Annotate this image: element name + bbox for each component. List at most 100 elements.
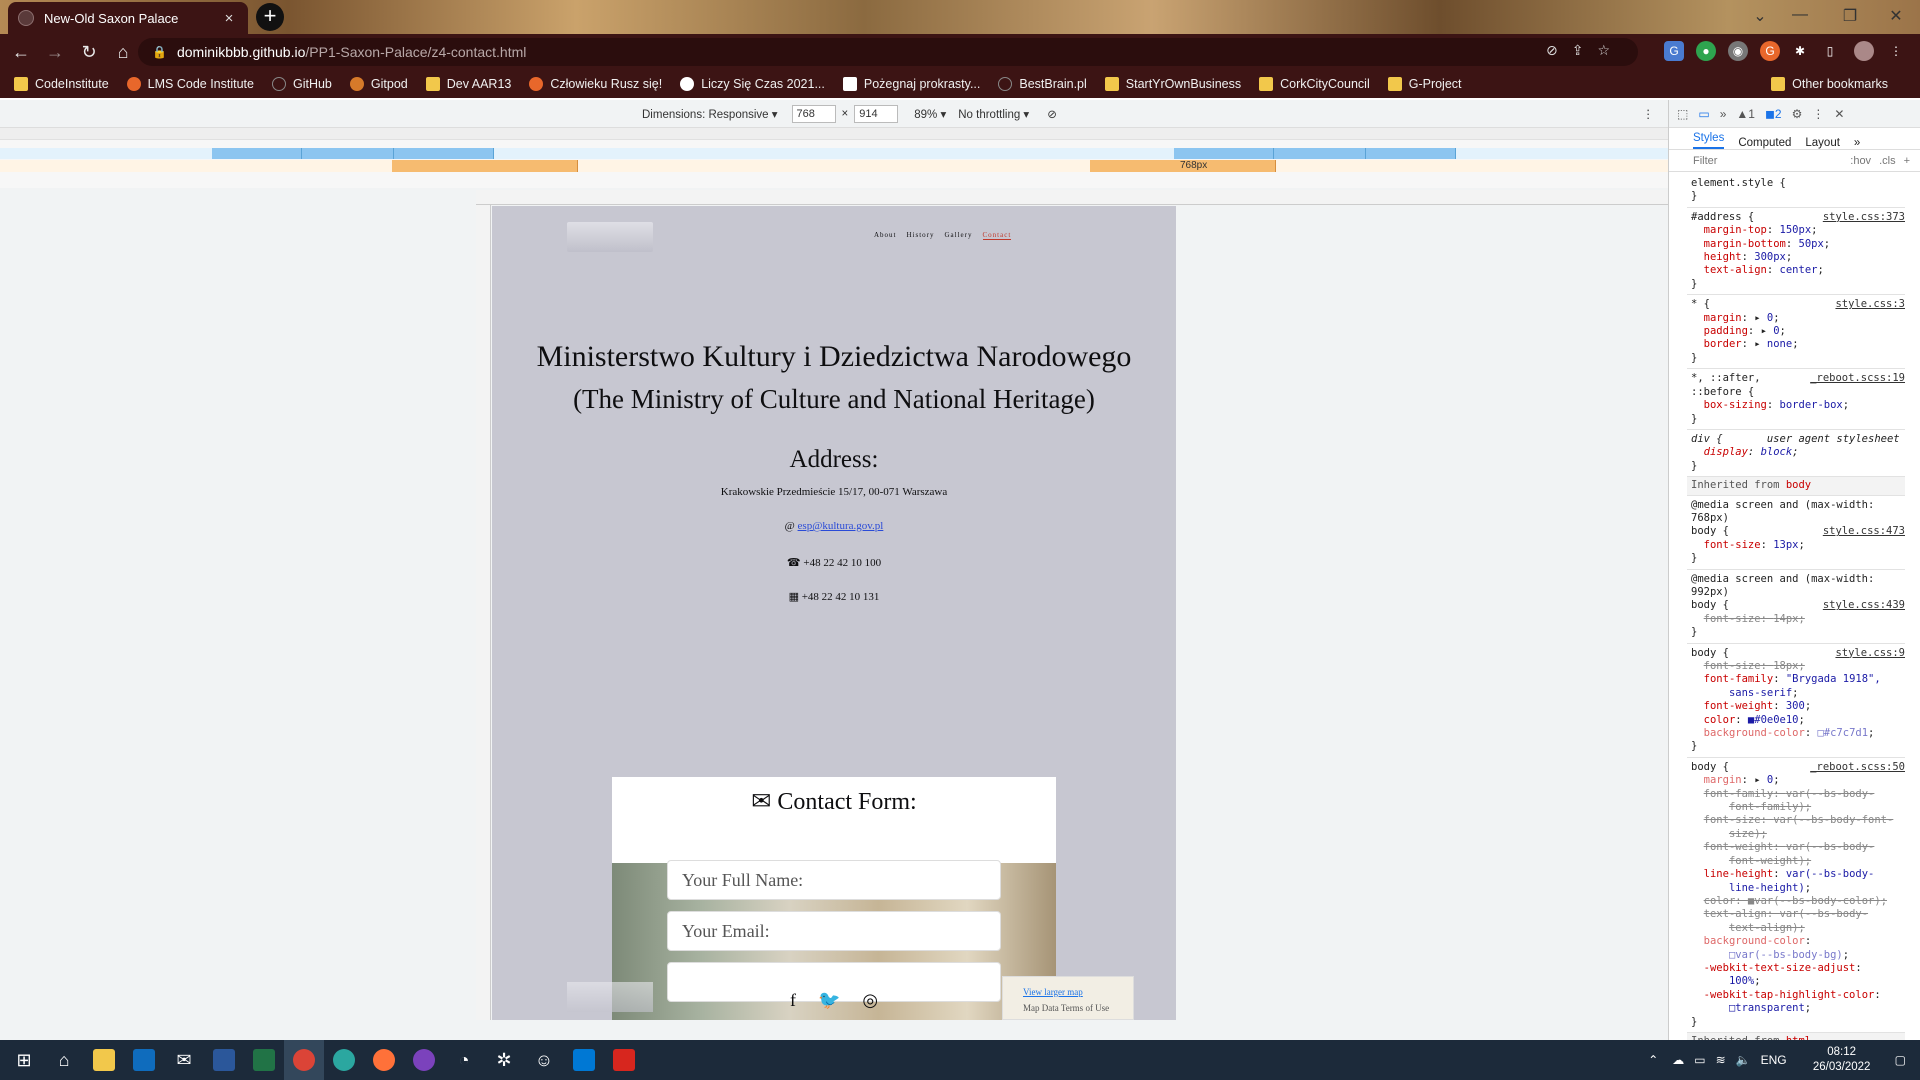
dimensions-dropdown[interactable]: Dimensions: Responsive ▾ [642, 107, 778, 121]
rule-body-style[interactable]: style.css:9 body { font-size: 18px; font-… [1687, 644, 1905, 758]
email-link[interactable]: esp@kultura.gov.pl [798, 520, 884, 532]
bookmark-github[interactable]: GitHub [271, 77, 332, 91]
bookmark-gitpod[interactable]: Gitpod [349, 77, 408, 91]
bookmark-bestbrain[interactable]: BestBrain.pl [998, 77, 1087, 91]
firefox-icon[interactable] [364, 1040, 404, 1080]
onedrive-icon[interactable]: ☁ [1672, 1053, 1684, 1067]
bookmark-lms[interactable]: LMS Code Institute [126, 77, 254, 91]
rule-media-992[interactable]: @media screen and (max-width: 992px) sty… [1687, 570, 1905, 644]
extensions-puzzle-icon[interactable]: ✱ [1790, 41, 1810, 61]
wifi-icon[interactable]: ≋ [1716, 1053, 1726, 1067]
tab-layout[interactable]: Layout [1805, 137, 1840, 149]
edge-icon[interactable] [324, 1040, 364, 1080]
throttling-dropdown[interactable]: No throttling ▾ [958, 107, 1029, 121]
more-panes-icon[interactable]: » [1854, 137, 1860, 149]
inherited-from-body[interactable]: Inherited from body [1687, 477, 1905, 496]
tab-search-icon[interactable]: ⌄ [1740, 6, 1780, 26]
back-icon[interactable]: ← [4, 42, 38, 63]
translate-extension-icon[interactable]: G [1664, 41, 1684, 61]
google-map-embed[interactable]: View larger map Map Data Terms of Use [1002, 976, 1134, 1020]
forward-icon[interactable]: → [38, 42, 72, 63]
file-explorer-icon[interactable] [84, 1040, 124, 1080]
nav-contact[interactable]: Contact [982, 231, 1012, 240]
issues-badge[interactable]: ◼2 [1765, 107, 1782, 121]
bookmark-startyrownbusiness[interactable]: StartYrOwnBusiness [1104, 77, 1241, 91]
browser-menu-icon[interactable]: ⋮ [1886, 41, 1906, 61]
acrobat-icon[interactable] [604, 1040, 644, 1080]
devtools-close-icon[interactable]: ✕ [1834, 107, 1844, 121]
media-query-768px[interactable]: 768px [1090, 160, 1276, 172]
zoom-dropdown[interactable]: 89% ▾ [914, 107, 946, 121]
bookmark-liczy-sie-czas[interactable]: Liczy Się Czas 2021... [680, 77, 825, 91]
side-panel-icon[interactable]: ▯ [1820, 41, 1840, 61]
close-window-icon[interactable]: ✕ [1876, 6, 1916, 26]
word-icon[interactable] [204, 1040, 244, 1080]
extension-icon[interactable]: ◉ [1728, 41, 1748, 61]
more-tabs-icon[interactable]: » [1720, 107, 1727, 121]
inspect-icon[interactable]: ⬚ [1677, 107, 1688, 121]
windows-start-icon[interactable]: ⊞ [4, 1040, 44, 1080]
rule-box-sizing[interactable]: _reboot.scss:19 *, ::after, ::before { bo… [1687, 369, 1905, 430]
notifications-icon[interactable]: ▢ [1895, 1053, 1906, 1067]
full-name-input[interactable]: Your Full Name: [667, 860, 1001, 900]
excel-icon[interactable] [244, 1040, 284, 1080]
volume-icon[interactable]: 🔈 [1736, 1053, 1751, 1067]
bookmark-corkcitycouncil[interactable]: CorkCityCouncil [1259, 77, 1370, 91]
bookmark-czlowieku[interactable]: Człowieku Rusz się! [529, 77, 662, 91]
height-input[interactable]: 914 [854, 104, 899, 123]
device-more-icon[interactable]: ⋮ [1643, 107, 1655, 121]
emoji-app-icon[interactable]: ☺ [524, 1040, 564, 1080]
nav-gallery[interactable]: Gallery [945, 231, 973, 240]
nav-about[interactable]: About [874, 231, 897, 240]
cls-toggle[interactable]: .cls [1879, 155, 1896, 167]
address-bar-actions[interactable]: ⊘⇪☆ [1546, 42, 1624, 59]
warnings-badge[interactable]: ▲1 [1736, 107, 1755, 121]
green-extension-icon[interactable]: ● [1696, 41, 1716, 61]
new-rule-icon[interactable]: + [1904, 155, 1910, 167]
rule-address[interactable]: style.css:373 #address { margin-top: 150p… [1687, 208, 1905, 296]
device-toggle-icon[interactable]: ▭ [1698, 107, 1709, 121]
rule-universal[interactable]: style.css:3 * { margin: ▸ 0; padding: ▸ 0… [1687, 295, 1905, 370]
bookmark-g-project[interactable]: G-Project [1387, 77, 1462, 91]
clock[interactable]: 08:12 26/03/2022 [1797, 1045, 1887, 1075]
vscode-icon[interactable] [564, 1040, 604, 1080]
chrome-icon[interactable] [284, 1040, 324, 1080]
other-bookmarks[interactable]: Other bookmarks [1771, 70, 1888, 98]
lock-icon[interactable]: 🔒 [152, 45, 167, 59]
language-indicator[interactable]: ENG [1761, 1053, 1787, 1067]
tray-chevron-icon[interactable]: ⌃ [1648, 1053, 1658, 1067]
nav-history[interactable]: History [907, 231, 935, 240]
styles-filter-input[interactable]: Filter [1693, 155, 1850, 167]
facebook-icon[interactable]: f [790, 990, 796, 1011]
restore-icon[interactable]: ❐ [1830, 6, 1870, 26]
grammarly-extension-icon[interactable]: G [1760, 41, 1780, 61]
bookmark-codeinstitute[interactable]: CodeInstitute [14, 77, 109, 91]
rotate-icon[interactable]: ⊘ [1047, 107, 1057, 121]
mail-icon[interactable]: ✉ [164, 1040, 204, 1080]
view-larger-map-link[interactable]: View larger map [1003, 977, 1133, 997]
bookmark-dev-aar13[interactable]: Dev AAR13 [425, 77, 511, 91]
new-tab-button[interactable]: + [256, 3, 284, 31]
speedtest-icon[interactable]: ◔ [444, 1040, 484, 1080]
width-input[interactable]: 768 [791, 104, 836, 123]
profile-avatar[interactable] [1854, 41, 1874, 61]
tab-computed[interactable]: Computed [1738, 137, 1791, 149]
bookmark-pozegnaj[interactable]: Pożegnaj prokrasty... [842, 77, 980, 91]
twitter-icon[interactable]: 🐦 [818, 990, 840, 1011]
home-icon[interactable]: ⌂ [44, 1040, 84, 1080]
hov-toggle[interactable]: :hov [1850, 155, 1871, 167]
settings-gear-icon[interactable]: ⚙ [1792, 107, 1803, 121]
tab-close-icon[interactable]: × [220, 10, 238, 27]
instagram-icon[interactable]: ◎ [862, 990, 878, 1011]
rule-body-reboot[interactable]: _reboot.scss:50 body { margin: ▸ 0; font-… [1687, 758, 1905, 1033]
address-bar[interactable]: 🔒 dominikbbb.github.io/PP1-Saxon-Palace/… [138, 38, 1638, 66]
browser-tab[interactable]: New-Old Saxon Palace × [8, 2, 248, 34]
outlook-icon[interactable] [124, 1040, 164, 1080]
slack-icon[interactable]: ✲ [484, 1040, 524, 1080]
rule-element-style[interactable]: element.style { } [1687, 174, 1905, 208]
email-input[interactable]: Your Email: [667, 911, 1001, 951]
rule-div-ua[interactable]: div { user agent stylesheet display: blo… [1687, 430, 1905, 478]
minimize-icon[interactable]: — [1780, 6, 1820, 24]
github-desktop-icon[interactable] [404, 1040, 444, 1080]
tab-styles[interactable]: Styles [1693, 132, 1725, 149]
